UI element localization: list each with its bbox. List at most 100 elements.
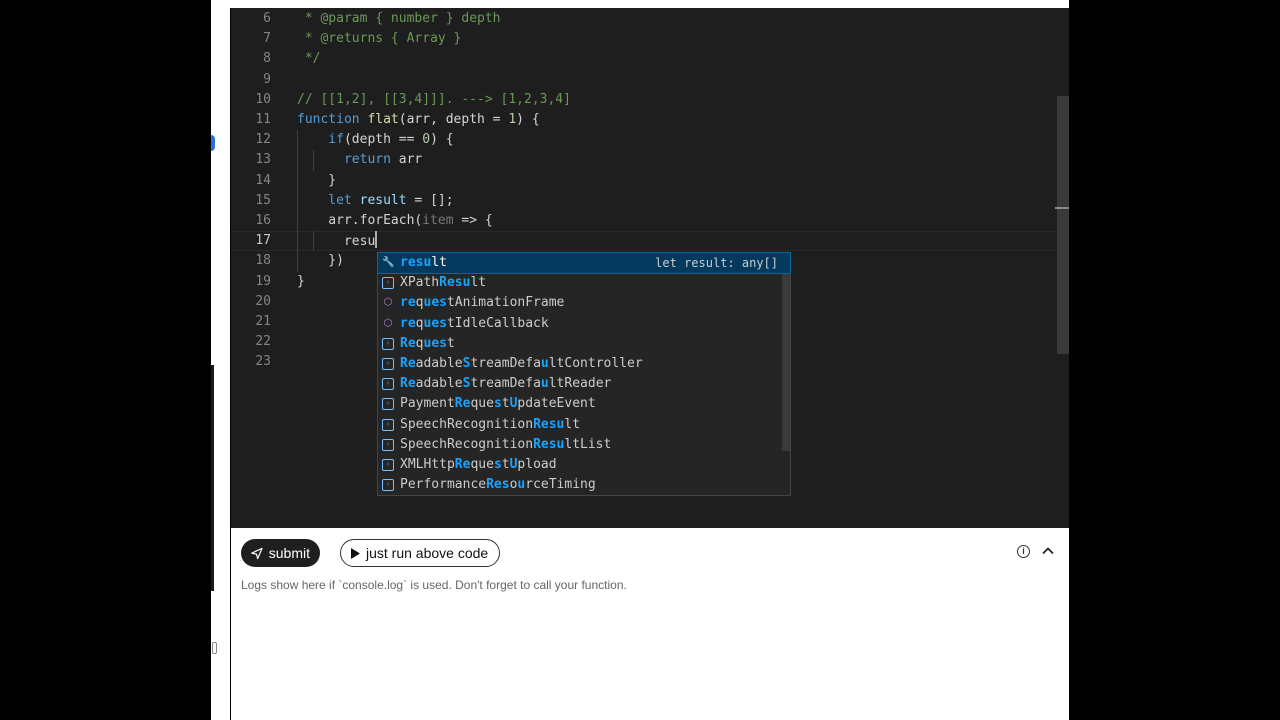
code-text: if(depth == 0) {: [297, 130, 453, 150]
line-number: 21: [255, 314, 271, 329]
suggestion-text: tAnimationFrame: [446, 295, 565, 311]
suggestion-text: ltController: [548, 355, 643, 371]
line-number: 7: [263, 31, 271, 47]
line-number: 19: [255, 273, 271, 289]
code-token: { Array }: [383, 31, 462, 47]
suggestion-item[interactable]: ◦ PaymentRequestUpdateEvent: [378, 394, 790, 414]
code-text: let result = [];: [297, 191, 453, 211]
suggestion-text: re: [400, 295, 416, 311]
suggestion-item[interactable]: ◦ PerformanceResourceTiming: [378, 475, 790, 495]
code-token: 1: [508, 112, 517, 127]
code-line[interactable]: 8 */: [231, 49, 1069, 69]
suggestion-text: lt: [470, 275, 487, 291]
suggestion-text: adable: [415, 355, 463, 371]
code-text: * @param { number } depth: [297, 9, 501, 29]
suggestion-text: re: [400, 315, 416, 331]
suggestion-text: t: [501, 456, 510, 472]
variable-icon: ◦: [382, 277, 394, 290]
code-line[interactable]: 13 return arr: [231, 150, 1069, 170]
code-text: }): [297, 251, 344, 271]
code-line[interactable]: 10 // [[1,2], [[3,4]]]. ---> [1,2,3,4]: [231, 90, 1069, 110]
drag-handle-icon[interactable]: [212, 642, 217, 654]
submit-button[interactable]: submit: [241, 539, 320, 567]
code-line[interactable]: 16 arr.forEach(item => {: [231, 211, 1069, 231]
module-icon: ⬡: [383, 317, 393, 329]
suggestion-item[interactable]: ◦ SpeechRecognitionResultList: [378, 435, 790, 455]
code-token: result: [359, 192, 407, 208]
suggestion-text: pload: [517, 456, 557, 472]
module-icon: ⬡: [383, 297, 393, 309]
variable-icon: ◦: [382, 479, 394, 492]
suggestion-item[interactable]: ◦ ReadableStreamDefaultReader: [378, 374, 790, 394]
indent-guide: [297, 130, 298, 272]
code-token: @returns: [320, 31, 384, 47]
variable-icon: ◦: [382, 398, 394, 411]
code-line[interactable]: 6 * @param { number } depth: [231, 9, 1069, 29]
code-line[interactable]: 9: [231, 70, 1069, 90]
suggestion-text: es: [431, 335, 447, 351]
suggestion-text: ltList: [564, 436, 612, 452]
suggestion-item[interactable]: ◦ XMLHttpRequestUpload: [378, 455, 790, 475]
autocomplete-suggestions[interactable]: 🔧 result let result: any[] ◦ XPathResult ⬡ re q…: [377, 251, 791, 496]
line-number: 12: [255, 132, 271, 148]
suggestion-text: t: [446, 335, 455, 351]
code-token: arr: [398, 152, 423, 168]
suggestion-text: tIdleCallback: [446, 315, 549, 331]
code-token: }: [297, 273, 305, 289]
suggestion-text: Payment: [400, 396, 455, 412]
code-token: let: [297, 192, 360, 208]
line-number: 13: [255, 152, 271, 168]
suggestion-item[interactable]: ◦ ReadableStreamDefaultController: [378, 354, 790, 374]
code-token: @param: [320, 11, 368, 26]
line-number: 11: [255, 112, 271, 127]
sidebar-bar: [211, 365, 214, 591]
code-token: arr.forEach(: [297, 213, 423, 228]
indent-guide: [312, 231, 314, 252]
wrench-icon: 🔧: [382, 257, 395, 268]
info-icon[interactable]: i: [1017, 545, 1030, 558]
line-number: 6: [263, 11, 271, 26]
code-token: function: [297, 112, 368, 127]
code-line[interactable]: 14 }: [231, 171, 1069, 191]
suggestion-text: s: [493, 396, 502, 412]
suggestion-text: es: [431, 295, 447, 311]
code-token: item: [422, 213, 454, 228]
variable-icon: ◦: [382, 458, 394, 471]
code-token: }): [297, 253, 344, 269]
suggestion-item[interactable]: 🔧 result let result: any[]: [377, 251, 791, 275]
suggestion-item[interactable]: ◦ SpeechRecognitionResult: [378, 415, 790, 435]
chevron-up-icon[interactable]: [1041, 544, 1055, 558]
suggestion-text: rceTiming: [525, 477, 596, 493]
suggestion-text: SpeechRecognition: [400, 436, 534, 452]
code-line[interactable]: 7 * @returns { Array }: [231, 29, 1069, 49]
suggestion-text: adable: [415, 376, 463, 392]
code-text: */: [297, 49, 321, 69]
suggestion-text: SpeechRecognition: [400, 416, 534, 432]
right-background: [1069, 0, 1280, 720]
variable-icon: ◦: [382, 357, 394, 370]
code-text: }: [297, 272, 305, 292]
suggestion-text: Re: [454, 396, 471, 412]
suggestion-item[interactable]: ⬡ requestIdleCallback: [378, 314, 790, 334]
suggestion-item[interactable]: ⬡ requestAnimationFrame: [378, 293, 790, 313]
suggestion-item[interactable]: ◦ XPathResult: [378, 273, 790, 293]
suggestion-item[interactable]: ◦ Request: [378, 334, 790, 354]
code-line[interactable]: 11 function flat(arr, depth = 1) {: [231, 110, 1069, 130]
code-text: return arr: [297, 150, 422, 170]
line-number: 23: [255, 354, 271, 370]
console-log-hint: Logs show here if `console.log` is used.…: [241, 578, 627, 592]
code-line[interactable]: 15 let result = [];: [231, 191, 1069, 211]
code-token: { number } depth: [367, 11, 501, 26]
suggestion-detail: let result: any[]: [655, 256, 778, 270]
code-line[interactable]: 17 resu: [231, 231, 1069, 251]
line-number: 20: [255, 293, 271, 309]
line-number: 16: [255, 213, 271, 228]
suggestion-text: treamDefa: [470, 355, 541, 371]
run-code-button[interactable]: just run above code: [340, 539, 500, 567]
send-icon: [251, 547, 263, 559]
console-panel: submit just run above code i Logs show h…: [231, 528, 1069, 720]
code-line[interactable]: 12 if(depth == 0) {: [231, 130, 1069, 150]
top-edge: [211, 0, 1069, 8]
suggestion-text: que: [470, 456, 494, 472]
suggestion-text: Re: [400, 355, 416, 371]
